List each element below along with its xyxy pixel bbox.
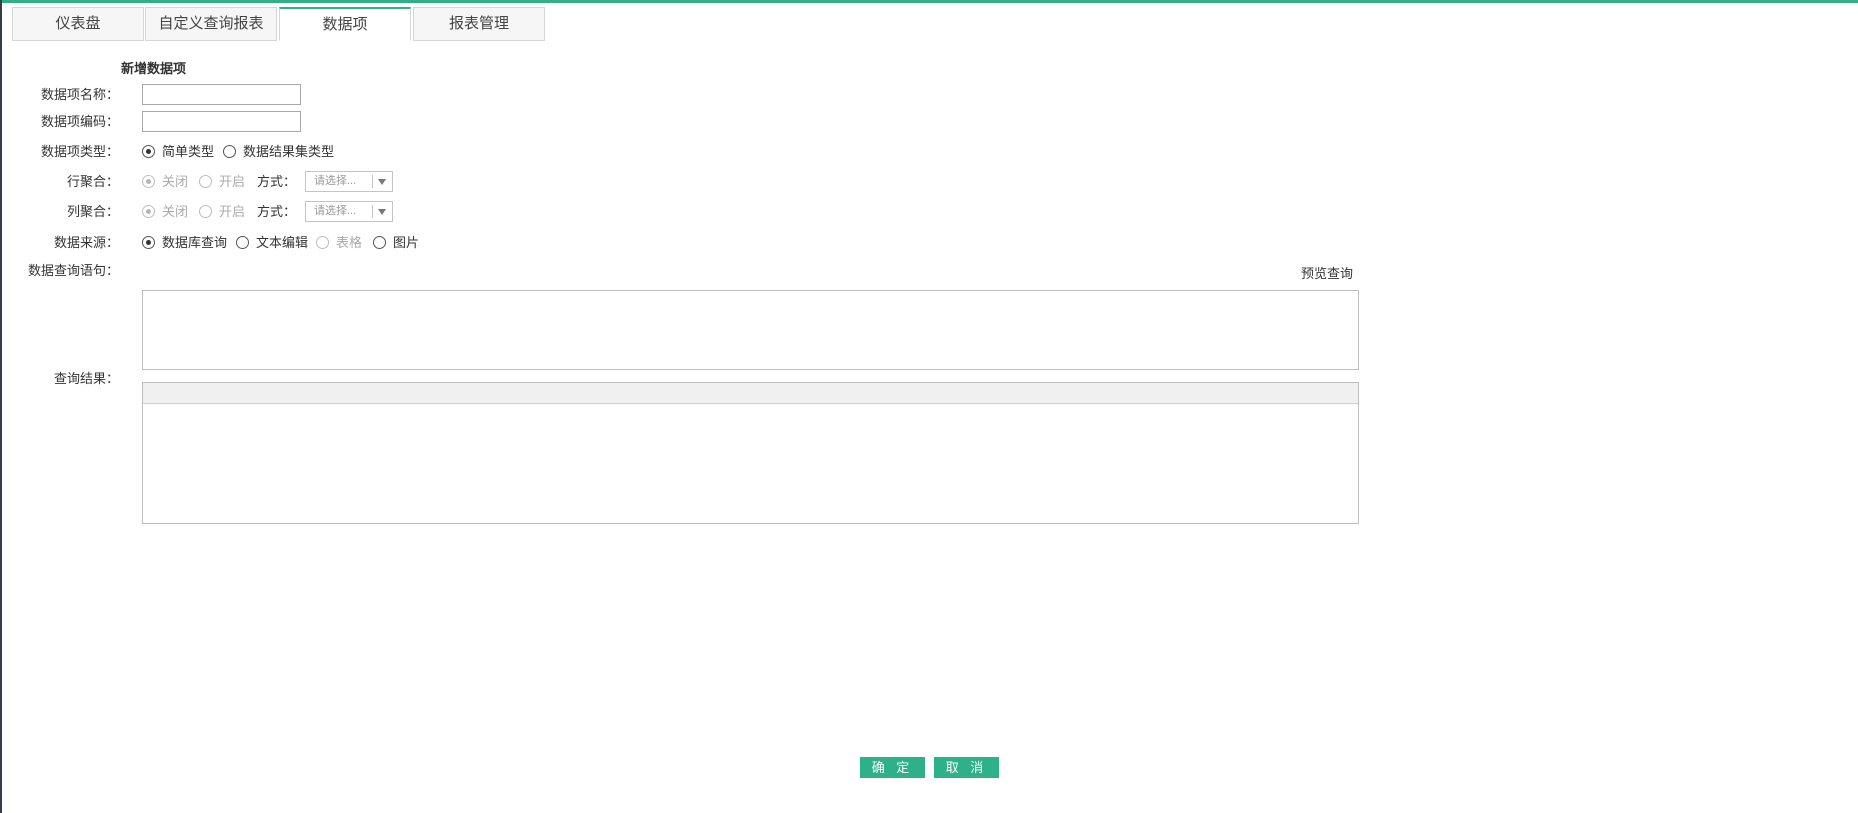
query-result-header bbox=[143, 383, 1358, 404]
select-divider bbox=[372, 175, 373, 188]
row-agg-mode-select[interactable]: 请选择... bbox=[305, 171, 393, 192]
tab-report-management[interactable]: 报表管理 bbox=[413, 7, 545, 41]
query-row: 数据查询语句： bbox=[0, 260, 1400, 281]
col-agg-mode-placeholder: 请选择... bbox=[314, 205, 357, 217]
query-result-panel bbox=[142, 382, 1359, 524]
tab-data-items[interactable]: 数据项 bbox=[279, 7, 411, 41]
source-image-text: 图片 bbox=[393, 235, 420, 250]
source-label: 数据来源： bbox=[53, 235, 119, 250]
source-table-radio[interactable] bbox=[316, 236, 329, 249]
type-simple-text: 简单类型 bbox=[162, 144, 215, 159]
type-resultset-radio[interactable] bbox=[223, 145, 236, 158]
col-agg-mode-select[interactable]: 请选择... bbox=[305, 201, 393, 222]
chevron-down-icon[interactable] bbox=[378, 209, 386, 215]
row-agg-on-radio[interactable] bbox=[199, 175, 212, 188]
query-textarea[interactable] bbox=[142, 290, 1359, 370]
col-agg-off-text: 关闭 bbox=[162, 204, 189, 219]
cancel-button[interactable]: 取 消 bbox=[934, 757, 999, 778]
row-agg-row: 行聚合： 关闭 开启 方式： 请选择... bbox=[0, 171, 1400, 192]
col-agg-label: 列聚合： bbox=[66, 204, 119, 219]
col-agg-row: 列聚合： 关闭 开启 方式： 请选择... bbox=[0, 201, 1400, 222]
code-row: 数据项编码： bbox=[0, 111, 1400, 132]
source-table-text: 表格 bbox=[336, 235, 363, 250]
code-label: 数据项编码： bbox=[40, 114, 119, 129]
source-image-radio[interactable] bbox=[373, 236, 386, 249]
code-input[interactable] bbox=[142, 111, 301, 132]
col-agg-mode-label: 方式： bbox=[257, 204, 297, 219]
query-label: 数据查询语句： bbox=[27, 263, 119, 278]
col-agg-on-text: 开启 bbox=[219, 204, 246, 219]
source-database-radio[interactable] bbox=[142, 236, 155, 249]
row-agg-on-text: 开启 bbox=[219, 174, 246, 189]
form-title: 新增数据项 bbox=[121, 61, 187, 76]
result-label: 查询结果： bbox=[53, 371, 119, 386]
col-agg-on-radio[interactable] bbox=[199, 205, 212, 218]
col-agg-off-radio[interactable] bbox=[142, 205, 155, 218]
row-agg-label: 行聚合： bbox=[66, 174, 119, 189]
row-agg-off-text: 关闭 bbox=[162, 174, 189, 189]
row-agg-off-radio[interactable] bbox=[142, 175, 155, 188]
name-row: 数据项名称： bbox=[0, 84, 1400, 105]
tab-dashboard[interactable]: 仪表盘 bbox=[12, 7, 144, 41]
source-text-edit-radio[interactable] bbox=[236, 236, 249, 249]
confirm-button[interactable]: 确 定 bbox=[860, 757, 925, 778]
row-agg-mode-placeholder: 请选择... bbox=[314, 175, 357, 187]
source-database-text: 数据库查询 bbox=[162, 235, 228, 250]
name-label: 数据项名称： bbox=[40, 87, 119, 102]
type-label: 数据项类型： bbox=[40, 144, 119, 159]
row-agg-mode-label: 方式： bbox=[257, 174, 297, 189]
source-text-edit-text: 文本编辑 bbox=[256, 235, 309, 250]
type-resultset-text: 数据结果集类型 bbox=[243, 144, 335, 159]
type-simple-radio[interactable] bbox=[142, 145, 155, 158]
top-accent-bar bbox=[0, 0, 1858, 3]
select-divider bbox=[372, 205, 373, 218]
type-row: 数据项类型： 简单类型 数据结果集类型 bbox=[0, 141, 1400, 162]
source-row: 数据来源： 数据库查询 文本编辑 表格 图片 bbox=[0, 232, 1400, 253]
preview-query-link[interactable]: 预览查询 bbox=[1301, 263, 1353, 284]
tab-custom-query-report[interactable]: 自定义查询报表 bbox=[145, 7, 277, 41]
name-input[interactable] bbox=[142, 84, 301, 105]
chevron-down-icon[interactable] bbox=[378, 179, 386, 185]
